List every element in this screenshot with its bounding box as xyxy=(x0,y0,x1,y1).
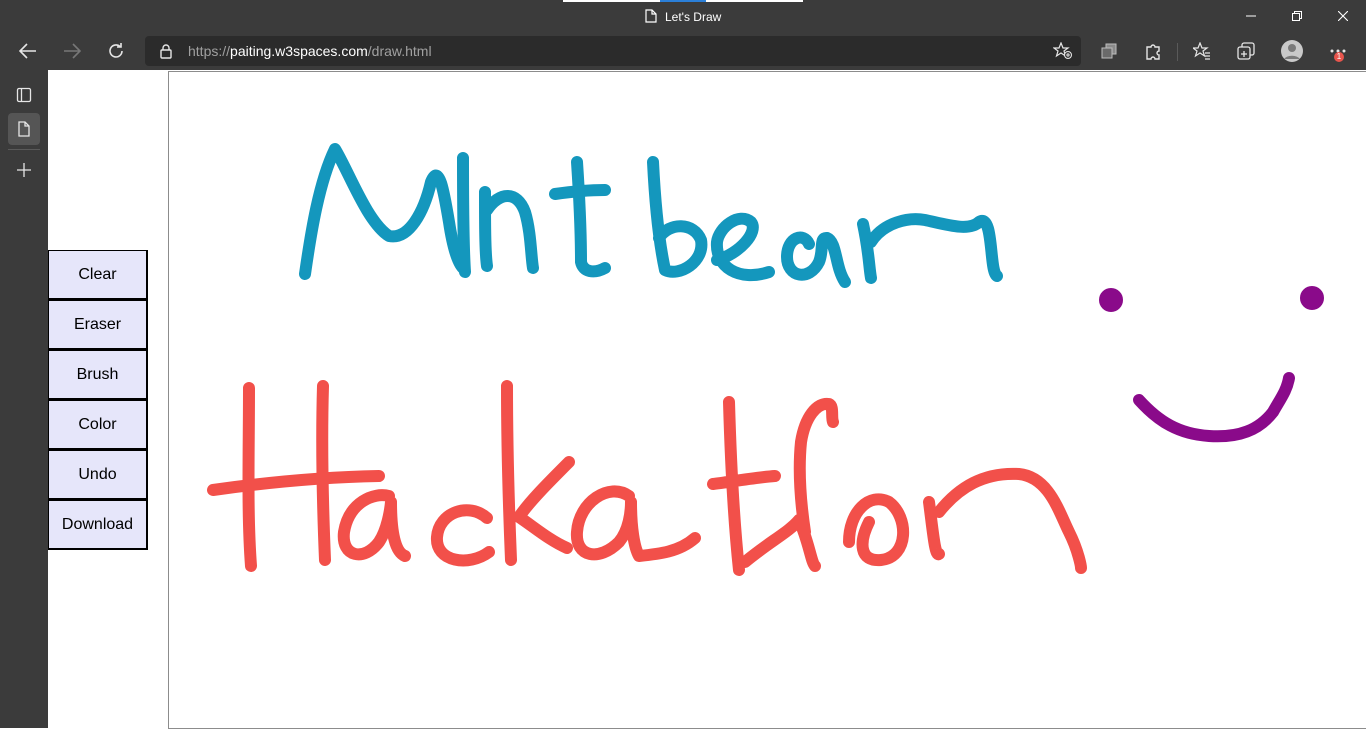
drawing-surface xyxy=(207,143,1324,576)
collections-button[interactable] xyxy=(1093,35,1125,67)
url-text[interactable]: https://paiting.w3spaces.com/draw.html xyxy=(188,43,432,59)
forward-button[interactable] xyxy=(56,35,88,67)
minimize-icon xyxy=(1246,15,1256,17)
profile-avatar-icon xyxy=(1281,40,1303,62)
sidebar-panel-icon xyxy=(16,87,32,103)
refresh-icon xyxy=(109,43,123,58)
sidebar-divider xyxy=(8,149,40,150)
browser-toolbar: https://paiting.w3spaces.com/draw.html 1 xyxy=(0,32,1366,70)
active-tab-highlight xyxy=(660,0,706,2)
back-arrow-icon xyxy=(19,43,36,59)
extensions-button[interactable] xyxy=(1137,35,1169,67)
drawing-canvas[interactable] xyxy=(168,71,1366,729)
mintbean-handwriting xyxy=(299,143,1003,288)
smiley-drawing xyxy=(1099,286,1324,443)
window-title-area: Let's Draw xyxy=(645,8,721,26)
clear-button[interactable]: Clear xyxy=(48,250,148,300)
title-bar: Let's Draw xyxy=(0,0,1366,32)
page-content: Clear Eraser Brush Color Undo Download xyxy=(48,70,1366,729)
settings-more-button[interactable]: 1 xyxy=(1322,35,1354,67)
minimize-button[interactable] xyxy=(1228,0,1274,32)
vertical-tabs-sidebar xyxy=(0,70,48,728)
url-scheme: https:// xyxy=(188,43,231,59)
restore-button[interactable] xyxy=(1274,0,1320,32)
favorites-star-icon xyxy=(1193,42,1210,60)
close-icon xyxy=(1338,11,1348,21)
notification-badge: 1 xyxy=(1334,52,1344,62)
add-favorite-icon[interactable] xyxy=(1052,41,1073,65)
hackathon-handwriting xyxy=(207,380,1087,576)
collections-icon xyxy=(1101,43,1117,59)
close-button[interactable] xyxy=(1320,0,1366,32)
page-icon xyxy=(645,8,657,26)
undo-button[interactable]: Undo xyxy=(48,450,148,500)
url-path: /draw.html xyxy=(367,43,432,59)
profile-button[interactable] xyxy=(1276,35,1308,67)
download-button[interactable]: Download xyxy=(48,500,148,550)
page-icon xyxy=(18,121,30,137)
restore-icon xyxy=(1292,11,1302,21)
tab-actions-menu[interactable] xyxy=(8,79,40,111)
tool-buttons: Clear Eraser Brush Color Undo Download xyxy=(48,250,148,550)
new-tab-button[interactable] xyxy=(8,154,40,186)
color-button[interactable]: Color xyxy=(48,400,148,450)
window-title: Let's Draw xyxy=(665,10,722,24)
toolbar-divider xyxy=(1177,43,1178,61)
favorites-button[interactable] xyxy=(1186,35,1218,67)
tab-actions-icon xyxy=(1237,42,1255,60)
address-bar[interactable]: https://paiting.w3spaces.com/draw.html xyxy=(145,36,1081,66)
tab-lets-draw[interactable] xyxy=(8,113,40,145)
eraser-button[interactable]: Eraser xyxy=(48,300,148,350)
back-button[interactable] xyxy=(12,35,44,67)
url-host: paiting.w3spaces.com xyxy=(230,43,368,59)
refresh-button[interactable] xyxy=(100,35,132,67)
lock-icon xyxy=(159,43,173,64)
puzzle-icon xyxy=(1146,44,1160,60)
forward-arrow-icon xyxy=(64,43,81,59)
plus-icon xyxy=(17,163,31,177)
tab-actions-button[interactable] xyxy=(1230,35,1262,67)
brush-button[interactable]: Brush xyxy=(48,350,148,400)
